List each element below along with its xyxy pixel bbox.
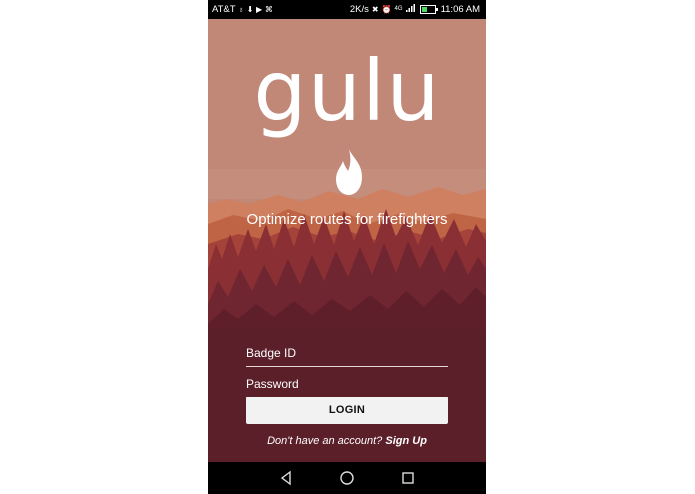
badge-id-field[interactable]: Badge ID: [246, 338, 448, 367]
carrier-label: AT&T: [212, 4, 236, 15]
back-icon[interactable]: [278, 470, 294, 486]
notification-icon: ⌘: [264, 5, 273, 14]
usb-icon: ♁: [238, 5, 245, 14]
phone-screen: AT&T ♁ ⬇ ▶ ⌘ 2K/s ✖ ⏰ 4G 11:06 AM gulu O…: [208, 0, 486, 494]
tagline: Optimize routes for firefighters: [246, 211, 448, 228]
signal-icon: [405, 0, 415, 19]
password-field[interactable]: Password: [246, 369, 448, 398]
mute-icon: ✖: [371, 5, 379, 14]
status-bar: AT&T ♁ ⬇ ▶ ⌘ 2K/s ✖ ⏰ 4G 11:06 AM: [208, 0, 486, 19]
login-button[interactable]: LOGIN: [246, 397, 448, 424]
badge-id-placeholder: Badge ID: [246, 346, 297, 360]
net-speed: 2K/s: [349, 4, 369, 15]
signup-prompt: Don't have an account?: [267, 435, 383, 447]
play-store-icon: ▶: [256, 5, 263, 14]
login-screen: gulu Optimize routes for firefighters Ba…: [208, 19, 486, 462]
app-logo: gulu: [253, 42, 441, 140]
home-icon[interactable]: [339, 470, 355, 486]
alarm-icon: ⏰: [381, 5, 392, 14]
recents-icon[interactable]: [400, 470, 416, 486]
signup-link[interactable]: Sign Up: [385, 435, 427, 447]
download-icon: ⬇: [246, 5, 254, 14]
navigation-bar: [208, 462, 486, 494]
status-right: 2K/s ✖ ⏰ 4G 11:06 AM: [350, 0, 480, 19]
password-placeholder: Password: [246, 377, 299, 391]
battery-icon: [419, 5, 438, 14]
signup-prompt-line: Don't have an account? Sign Up: [208, 435, 486, 447]
network-type: 4G: [394, 6, 403, 12]
clock: 11:06 AM: [440, 4, 480, 15]
status-left: AT&T ♁ ⬇ ▶ ⌘: [212, 0, 273, 19]
flame-icon: [336, 149, 362, 195]
